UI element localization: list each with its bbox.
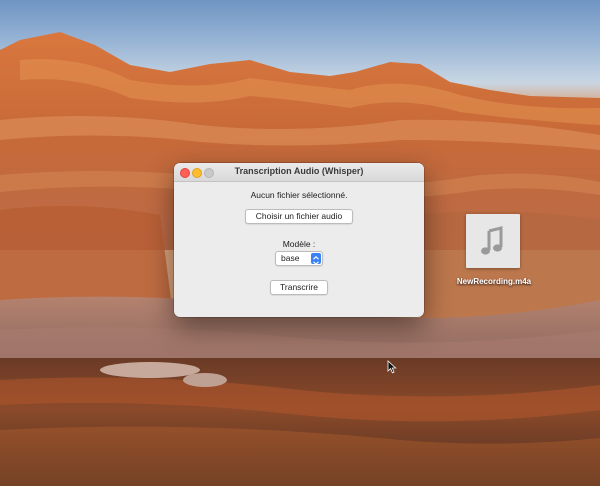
- transcribe-button[interactable]: Transcrire: [270, 280, 328, 295]
- model-select[interactable]: base: [275, 251, 323, 266]
- window-titlebar[interactable]: Transcription Audio (Whisper): [174, 163, 424, 182]
- transcription-window: Transcription Audio (Whisper) Aucun fich…: [174, 163, 424, 317]
- choose-file-button[interactable]: Choisir un fichier audio: [245, 209, 353, 224]
- window-title: Transcription Audio (Whisper): [234, 166, 364, 176]
- model-label: Modèle :: [282, 239, 316, 249]
- file-status-text: Aucun fichier sélectionné.: [250, 190, 348, 200]
- audio-file-name[interactable]: NewRecording.m4a: [452, 277, 536, 287]
- select-arrows-icon: [311, 253, 321, 265]
- audio-file-icon[interactable]: [466, 214, 520, 268]
- mouse-pointer-icon: [387, 360, 397, 374]
- music-note-icon: [481, 226, 503, 255]
- model-select-value: base: [281, 253, 300, 263]
